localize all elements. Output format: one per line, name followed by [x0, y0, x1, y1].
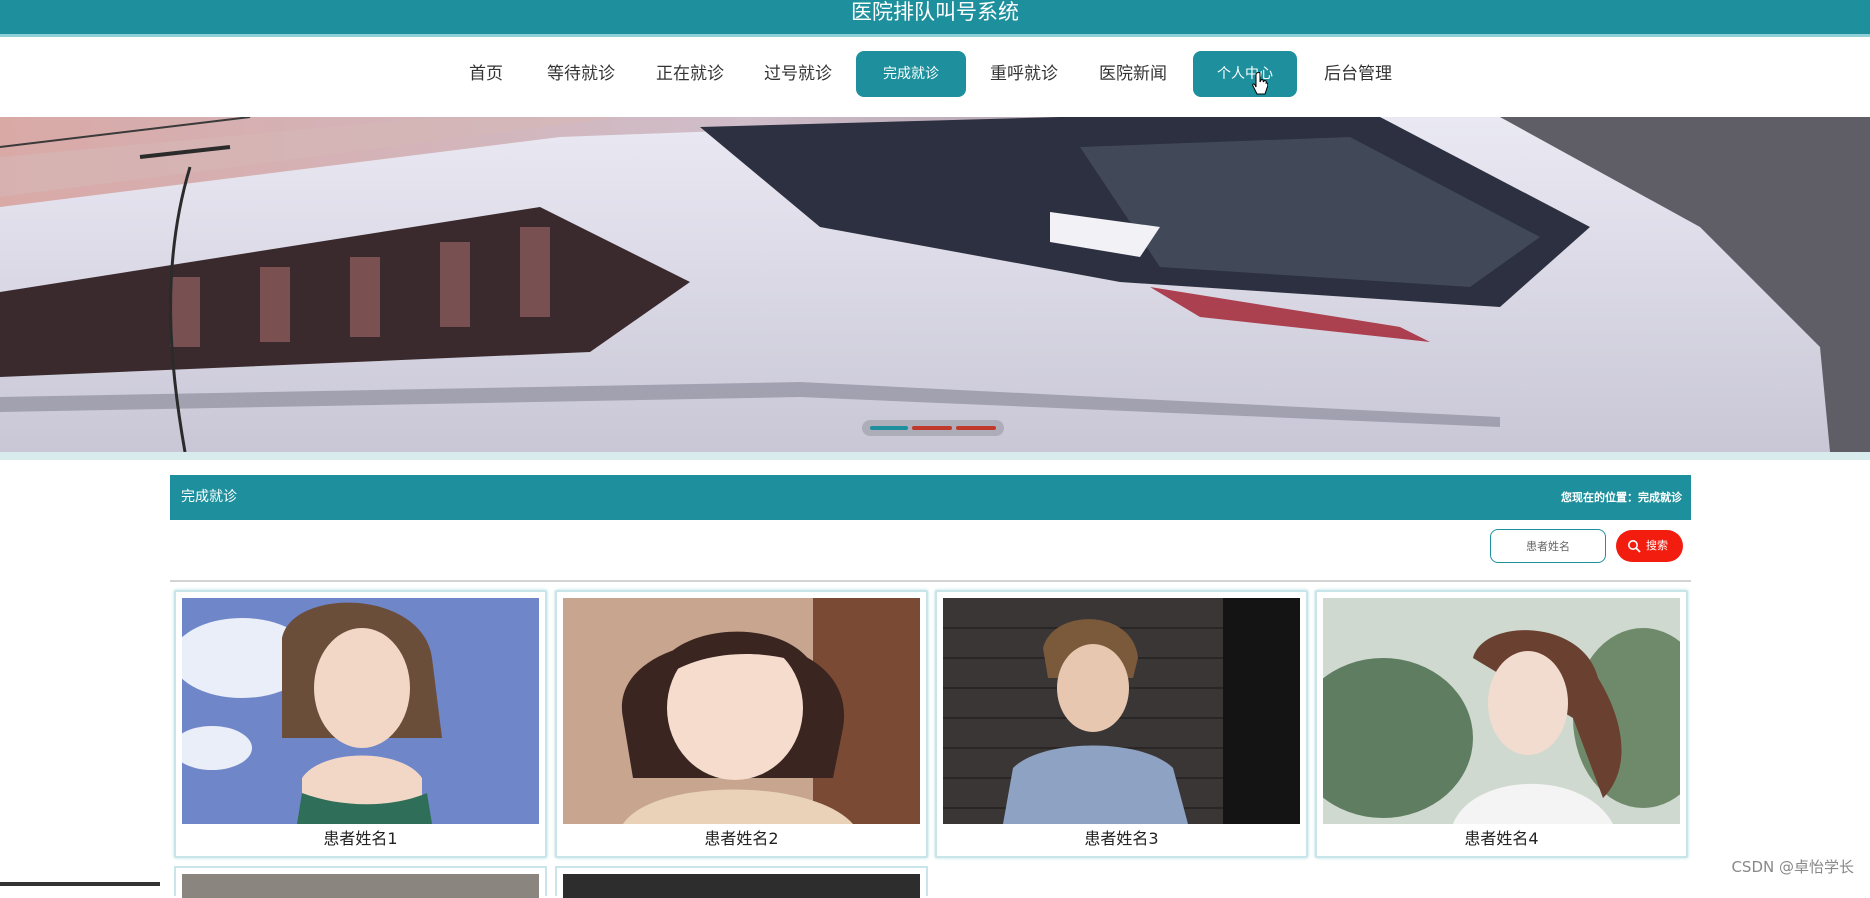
- banner-carousel[interactable]: [0, 117, 1870, 452]
- nav-item-in-progress[interactable]: 正在就诊: [655, 51, 725, 97]
- search-icon: [1628, 540, 1641, 553]
- nav-item-home[interactable]: 首页: [466, 51, 506, 97]
- train-image: [0, 117, 1870, 452]
- divider: [170, 580, 1691, 582]
- watermark: CSDN @卓怡学长: [1731, 858, 1854, 876]
- section-header: 完成就诊 您现在的位置：完成就诊: [170, 475, 1691, 520]
- nav-item-recall[interactable]: 重呼就诊: [989, 51, 1059, 97]
- patient-name: 患者姓名1: [323, 829, 398, 848]
- nav-item-completed[interactable]: 完成就诊: [856, 51, 966, 97]
- nav-item-admin[interactable]: 后台管理: [1323, 51, 1393, 97]
- nav-item-waiting[interactable]: 等待就诊: [546, 51, 616, 97]
- window-edge: [0, 882, 160, 886]
- search-button-label: 搜索: [1646, 539, 1668, 552]
- patient-card[interactable]: [555, 866, 928, 898]
- patient-name-search-input[interactable]: [1490, 529, 1606, 563]
- patient-photo: [182, 598, 539, 824]
- carousel-dot-active[interactable]: [870, 426, 908, 430]
- patient-photo: [182, 874, 539, 898]
- carousel-dot[interactable]: [956, 426, 996, 430]
- patient-photo: [563, 598, 920, 824]
- banner-divider: [0, 452, 1870, 460]
- search-button[interactable]: 搜索: [1616, 530, 1683, 562]
- header-bar: 医院排队叫号系统: [0, 0, 1870, 37]
- patient-card[interactable]: 患者姓名1: [174, 590, 547, 858]
- nav-item-profile[interactable]: 个人中心: [1193, 51, 1297, 97]
- section-title: 完成就诊: [181, 489, 237, 505]
- site-title: 医院排队叫号系统: [851, 0, 1019, 24]
- patient-photo: [1323, 598, 1680, 824]
- patient-name: 患者姓名3: [1084, 829, 1159, 848]
- carousel-dot[interactable]: [912, 426, 952, 430]
- patient-name: 患者姓名2: [704, 829, 779, 848]
- patient-name: 患者姓名4: [1464, 829, 1539, 848]
- patient-card[interactable]: 患者姓名2: [555, 590, 928, 858]
- patient-card[interactable]: 患者姓名4: [1315, 590, 1688, 858]
- main-nav: 首页 等待就诊 正在就诊 过号就诊 完成就诊 重呼就诊 医院新闻 个人中心 后台…: [0, 37, 1870, 117]
- patient-photo: [943, 598, 1300, 824]
- breadcrumb: 您现在的位置：完成就诊: [1561, 491, 1682, 504]
- patient-photo: [563, 874, 920, 898]
- nav-item-news[interactable]: 医院新闻: [1098, 51, 1168, 97]
- nav-item-missed[interactable]: 过号就诊: [763, 51, 833, 97]
- hand-cursor-icon: [1252, 72, 1268, 95]
- patient-card[interactable]: [174, 866, 547, 898]
- patient-card[interactable]: 患者姓名3: [935, 590, 1308, 858]
- carousel-indicators: [862, 420, 1004, 436]
